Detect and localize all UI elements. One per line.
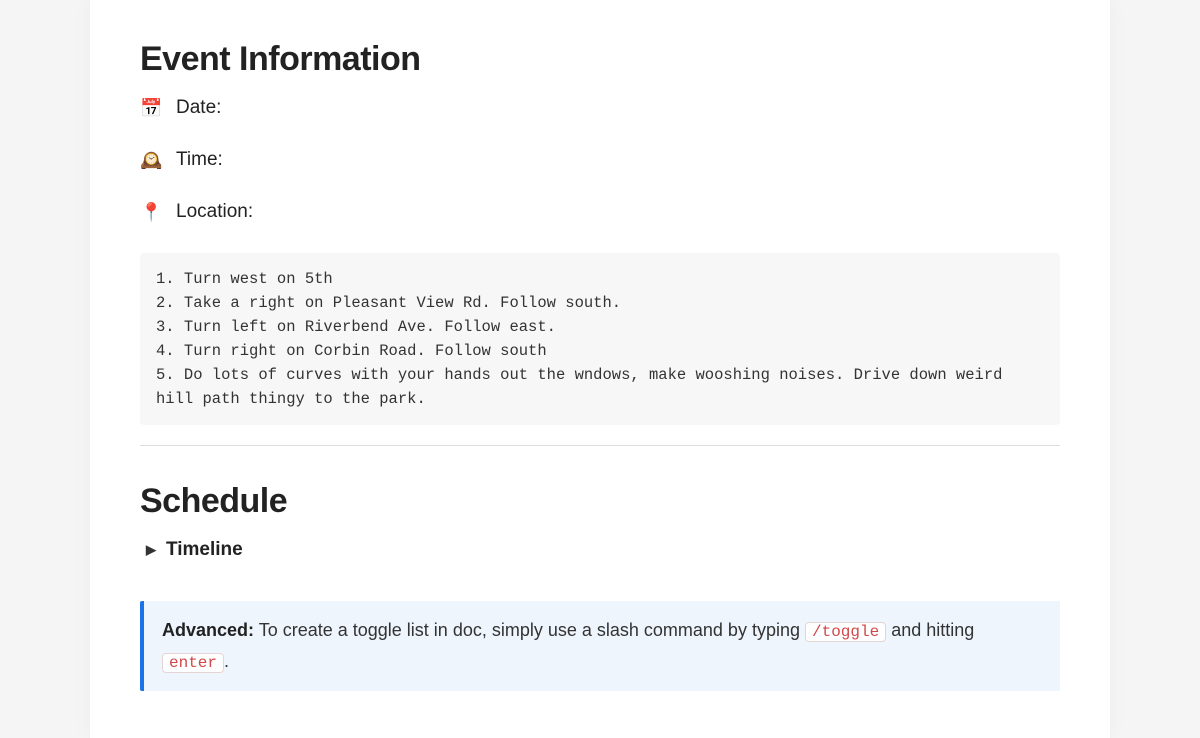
callout-text-3: . bbox=[224, 651, 229, 671]
timeline-toggle[interactable]: ▶ Timeline bbox=[140, 539, 1060, 561]
pin-icon: 📍 bbox=[140, 202, 162, 223]
date-label: Date: bbox=[176, 97, 221, 119]
inline-code-enter: enter bbox=[162, 653, 224, 673]
timeline-toggle-label: Timeline bbox=[166, 539, 243, 561]
callout-text-2: and hitting bbox=[886, 620, 974, 640]
callout-text-1: To create a toggle list in doc, simply u… bbox=[254, 620, 805, 640]
location-label: Location: bbox=[176, 201, 253, 223]
clock-icon: 🕰️ bbox=[140, 150, 162, 171]
schedule-heading: Schedule bbox=[140, 482, 1060, 521]
time-label: Time: bbox=[176, 149, 223, 171]
advanced-callout: Advanced: To create a toggle list in doc… bbox=[140, 601, 1060, 691]
event-info-heading: Event Information bbox=[140, 40, 1060, 79]
calendar-icon: 📅 bbox=[140, 98, 162, 119]
callout-prefix: Advanced: bbox=[162, 620, 254, 640]
time-row: 🕰️ Time: bbox=[140, 149, 1060, 171]
location-row: 📍 Location: bbox=[140, 201, 1060, 223]
directions-code-block: 1. Turn west on 5th 2. Take a right on P… bbox=[140, 253, 1060, 425]
section-divider bbox=[140, 445, 1060, 446]
document-page: Event Information 📅 Date: 🕰️ Time: 📍 Loc… bbox=[90, 0, 1110, 738]
date-row: 📅 Date: bbox=[140, 97, 1060, 119]
inline-code-toggle: /toggle bbox=[805, 622, 886, 642]
caret-right-icon: ▶ bbox=[146, 542, 156, 558]
